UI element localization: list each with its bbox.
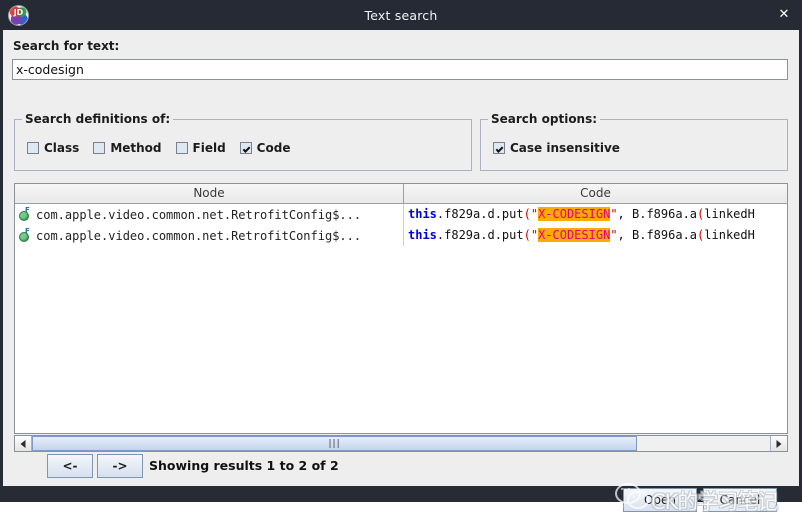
checkbox-class-label: Class xyxy=(44,141,79,155)
field-green-icon: F xyxy=(18,229,32,243)
table-row[interactable]: F com.apple.video.common.net.RetrofitCon… xyxy=(15,204,787,225)
scrollbar-track[interactable]: ||| xyxy=(32,436,770,451)
cell-node[interactable]: F com.apple.video.common.net.RetrofitCon… xyxy=(15,225,404,246)
window-title: Text search xyxy=(0,8,802,23)
scroll-right-icon[interactable] xyxy=(770,436,787,451)
checkbox-case-insensitive-box[interactable] xyxy=(493,142,505,154)
title-bar: JD Text search ✕ xyxy=(0,0,802,30)
options-checkbox-row: Case insensitive xyxy=(493,141,620,155)
scrollbar-grip: ||| xyxy=(329,439,341,449)
dialog-content: Search for text: Search definitions of: … xyxy=(3,30,799,486)
cell-code[interactable]: this.f829a.d.put("X-CODESIGN", B.f896a.a… xyxy=(404,204,787,225)
code-keyword: this xyxy=(408,228,437,242)
definitions-checkbox-row: Class Method Field Code xyxy=(27,141,290,155)
search-options-title: Search options: xyxy=(488,112,600,126)
table-header-row: Node Code xyxy=(15,184,787,204)
code-plain-2: , B.f896a.a xyxy=(618,228,697,242)
code-plain-1: .f829a.d.put xyxy=(437,228,524,242)
checkbox-field[interactable]: Field xyxy=(176,141,226,155)
search-options-group: Search options: Case insensitive xyxy=(480,119,788,171)
checkbox-method-label: Method xyxy=(110,141,161,155)
code-plain-2: , B.f896a.a xyxy=(618,207,697,221)
checkbox-field-box[interactable] xyxy=(176,142,188,154)
code-quote-close: " xyxy=(610,228,617,242)
previous-result-button[interactable]: <- xyxy=(47,454,93,478)
next-result-button[interactable]: -> xyxy=(97,454,143,478)
checkbox-method-box[interactable] xyxy=(93,142,105,154)
node-text: com.apple.video.common.net.RetrofitConfi… xyxy=(36,229,361,243)
search-definitions-title: Search definitions of: xyxy=(22,112,173,126)
close-icon[interactable]: ✕ xyxy=(776,7,792,23)
code-match-highlight: X-CODESIGN xyxy=(538,228,610,242)
checkbox-code-label: Code xyxy=(257,141,291,155)
checkbox-method[interactable]: Method xyxy=(93,141,161,155)
code-quote-close: " xyxy=(610,207,617,221)
node-text: com.apple.video.common.net.RetrofitConfi… xyxy=(36,208,361,222)
code-keyword: this xyxy=(408,207,437,221)
column-header-code[interactable]: Code xyxy=(404,184,787,203)
column-header-node[interactable]: Node xyxy=(15,184,404,203)
cancel-button[interactable]: Cancel xyxy=(703,488,777,512)
scroll-left-icon[interactable] xyxy=(15,436,32,451)
table-row[interactable]: F com.apple.video.common.net.RetrofitCon… xyxy=(15,225,787,246)
checkbox-class-box[interactable] xyxy=(27,142,39,154)
code-paren-open: (" xyxy=(524,207,538,221)
results-status-text: Showing results 1 to 2 of 2 xyxy=(149,458,339,473)
code-plain-3: linkedH xyxy=(704,207,755,221)
checkbox-class[interactable]: Class xyxy=(27,141,79,155)
checkbox-field-label: Field xyxy=(193,141,226,155)
open-button[interactable]: Open xyxy=(623,488,697,512)
search-input[interactable] xyxy=(12,59,788,80)
field-green-icon: F xyxy=(18,208,32,222)
search-label: Search for text: xyxy=(13,39,119,53)
code-paren-open: (" xyxy=(524,228,538,242)
code-plain-3: linkedH xyxy=(704,228,755,242)
results-table[interactable]: Node Code F com.apple.video.common.net.R… xyxy=(14,183,788,434)
checkbox-case-insensitive[interactable]: Case insensitive xyxy=(493,141,620,155)
checkbox-case-insensitive-label: Case insensitive xyxy=(510,141,620,155)
code-match-highlight: X-CODESIGN xyxy=(538,207,610,221)
text-search-window: JD Text search ✕ Search for text: Search… xyxy=(0,0,802,502)
checkbox-code[interactable]: Code xyxy=(240,141,291,155)
checkbox-code-box[interactable] xyxy=(240,142,252,154)
app-icon: JD xyxy=(8,5,29,26)
scrollbar-thumb[interactable]: ||| xyxy=(32,436,637,451)
cell-code[interactable]: this.f829a.d.put("X-CODESIGN", B.f896a.a… xyxy=(404,225,787,246)
horizontal-scrollbar[interactable]: ||| xyxy=(14,435,788,452)
search-definitions-group: Search definitions of: Class Method Fiel… xyxy=(14,119,472,171)
app-icon-label: JD xyxy=(9,9,28,17)
code-plain-1: .f829a.d.put xyxy=(437,207,524,221)
cell-node[interactable]: F com.apple.video.common.net.RetrofitCon… xyxy=(15,204,404,225)
